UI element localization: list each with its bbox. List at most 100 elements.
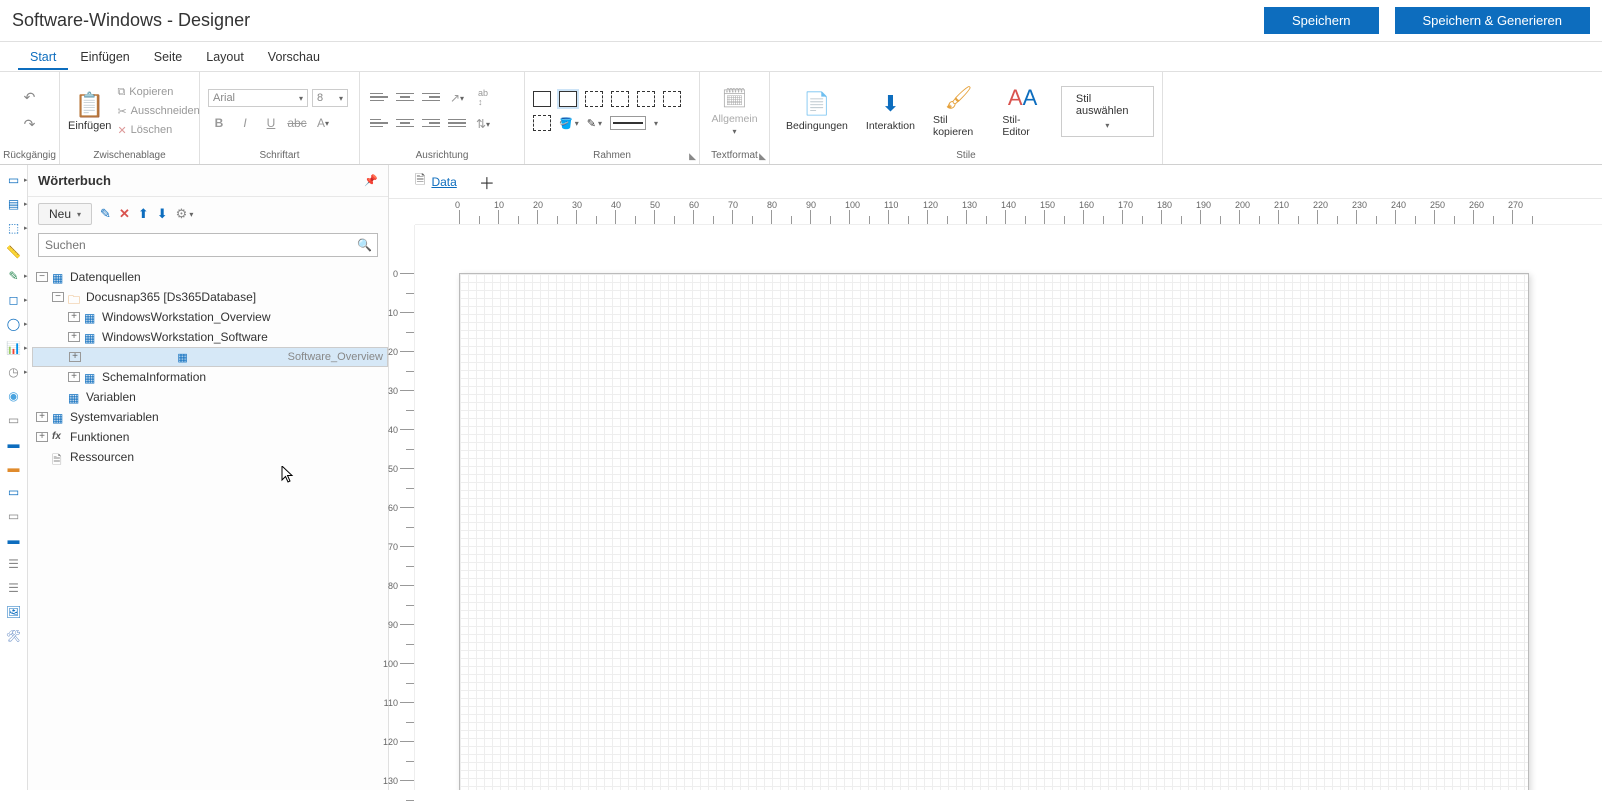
conditions-button[interactable]: 📄 Bedingungen bbox=[786, 90, 848, 132]
border-right[interactable] bbox=[637, 91, 655, 107]
font-size-select[interactable]: 8▾ bbox=[312, 89, 348, 107]
delete-button[interactable]: ✕Löschen bbox=[117, 124, 199, 137]
settings-icon[interactable]: ⚙▾ bbox=[176, 206, 194, 222]
copy-button[interactable]: ⧉Kopieren bbox=[117, 86, 199, 99]
tab-start[interactable]: Start bbox=[18, 44, 68, 70]
border-top[interactable] bbox=[585, 91, 603, 107]
italic-button[interactable]: I bbox=[234, 113, 256, 133]
wrap-letters-button[interactable]: ab↕ bbox=[472, 88, 494, 108]
expand-icon[interactable]: + bbox=[69, 352, 81, 362]
design-page[interactable] bbox=[459, 273, 1529, 790]
tree-resources[interactable]: 🗎 Ressourcen bbox=[32, 447, 388, 467]
tree-table-schema[interactable]: + ▦ SchemaInformation bbox=[32, 367, 388, 387]
tool-pen[interactable]: ✎▸ bbox=[5, 267, 23, 285]
delete-icon[interactable]: ✕ bbox=[119, 206, 130, 222]
tool-shape1[interactable]: ◻▸ bbox=[5, 291, 23, 309]
pin-icon[interactable]: 📌 bbox=[364, 174, 378, 187]
tool-panel3[interactable]: ▬ bbox=[5, 459, 23, 477]
tree-table-wws[interactable]: + ▦ WindowsWorkstation_Software bbox=[32, 327, 388, 347]
tab-preview[interactable]: Vorschau bbox=[256, 44, 332, 70]
search-input[interactable] bbox=[38, 233, 378, 257]
tool-image[interactable]: 🖼 bbox=[5, 603, 23, 621]
border-bottom[interactable] bbox=[663, 91, 681, 107]
tool-wrench[interactable]: 🛠 bbox=[5, 627, 23, 645]
collapse-icon[interactable]: − bbox=[36, 272, 48, 282]
border-color-button[interactable]: ✎▾ bbox=[587, 117, 602, 130]
border-style-select[interactable] bbox=[610, 116, 646, 130]
align-center[interactable] bbox=[394, 114, 416, 132]
border-outside[interactable] bbox=[559, 91, 577, 107]
underline-button[interactable]: U bbox=[260, 113, 282, 133]
tool-panel6[interactable]: ▬ bbox=[5, 531, 23, 549]
tool-panel2[interactable]: ▬ bbox=[5, 435, 23, 453]
line-spacing-button[interactable]: ⇅▾ bbox=[472, 114, 494, 134]
tool-table1[interactable]: ☰ bbox=[5, 555, 23, 573]
tree-functions[interactable]: + fx Funktionen bbox=[32, 427, 388, 447]
tree-sysvars[interactable]: + ▦ Systemvariablen bbox=[32, 407, 388, 427]
strike-button[interactable]: abc bbox=[286, 113, 308, 133]
style-editor-button[interactable]: AA Stil-Editor bbox=[1002, 84, 1043, 138]
tab-page[interactable]: Seite bbox=[142, 44, 195, 70]
tool-text[interactable]: ⬚▸ bbox=[5, 219, 23, 237]
tool-gauge1[interactable]: ◷▸ bbox=[5, 363, 23, 381]
tool-panel4[interactable]: ▭ bbox=[5, 483, 23, 501]
expand-icon[interactable]: + bbox=[68, 332, 80, 342]
tool-select[interactable]: ▭▸ bbox=[5, 171, 23, 189]
save-button[interactable]: Speichern bbox=[1264, 7, 1379, 34]
paste-button[interactable]: 📋 Einfügen bbox=[68, 91, 111, 132]
tree-table-wwo[interactable]: + ▦ WindowsWorkstation_Overview bbox=[32, 307, 388, 327]
tool-gauge2[interactable]: ◉ bbox=[5, 387, 23, 405]
align-top-left[interactable] bbox=[368, 88, 390, 106]
expand-icon[interactable]: + bbox=[68, 372, 80, 382]
tool-panel1[interactable]: ▭ bbox=[5, 411, 23, 429]
caret-icon: ▸ bbox=[24, 296, 28, 304]
tree-table-software-overview[interactable]: + ▦ Software_Overview bbox=[32, 347, 388, 367]
border-launcher-icon[interactable]: ◣ bbox=[689, 151, 696, 162]
border-left[interactable] bbox=[611, 91, 629, 107]
textformat-button[interactable]: 🗓 Allgemein ▾ bbox=[711, 86, 757, 136]
design-canvas[interactable] bbox=[415, 225, 1602, 790]
undo-icon[interactable]: ↶ bbox=[24, 89, 36, 106]
align-top-center[interactable] bbox=[394, 88, 416, 106]
redo-icon[interactable]: ↷ bbox=[24, 116, 36, 133]
border-none[interactable] bbox=[533, 115, 551, 131]
border-all[interactable] bbox=[533, 91, 551, 107]
expand-icon[interactable]: + bbox=[36, 412, 48, 422]
move-up-icon[interactable]: ⬆ bbox=[138, 206, 149, 222]
tree-variables[interactable]: ▦ Variablen bbox=[32, 387, 388, 407]
expand-icon[interactable]: + bbox=[36, 432, 48, 442]
add-tab-button[interactable]: ＋ bbox=[471, 166, 503, 198]
fill-color-button[interactable]: 🪣▾ bbox=[559, 117, 579, 130]
align-right[interactable] bbox=[420, 114, 442, 132]
expand-icon[interactable]: + bbox=[68, 312, 80, 322]
font-name-select[interactable]: Arial▾ bbox=[208, 89, 308, 107]
search-icon[interactable]: 🔍 bbox=[357, 238, 372, 252]
font-color-button[interactable]: A▾ bbox=[312, 113, 334, 133]
tool-shape2[interactable]: ◯▸ bbox=[5, 315, 23, 333]
angle-button[interactable]: ↗▾ bbox=[446, 88, 468, 108]
tool-table2[interactable]: ☰ bbox=[5, 579, 23, 597]
tool-ruler[interactable]: 📏 bbox=[5, 243, 23, 261]
tool-panel5[interactable]: ▭ bbox=[5, 507, 23, 525]
style-select-button[interactable]: Stil auswählen ▾ bbox=[1061, 86, 1154, 137]
cut-button[interactable]: ✂Ausschneiden bbox=[117, 105, 199, 118]
textformat-launcher-icon[interactable]: ◣ bbox=[759, 151, 766, 162]
tool-chart[interactable]: 📊▸ bbox=[5, 339, 23, 357]
copy-style-button[interactable]: 🖌 Stil kopieren bbox=[933, 84, 984, 138]
tree-datasources[interactable]: − ▦ Datenquellen bbox=[32, 267, 388, 287]
edit-icon[interactable]: ✎ bbox=[100, 206, 111, 222]
tab-layout[interactable]: Layout bbox=[194, 44, 256, 70]
align-justify[interactable] bbox=[446, 114, 468, 132]
move-down-icon[interactable]: ⬇ bbox=[157, 206, 168, 222]
tool-band[interactable]: ▤▸ bbox=[5, 195, 23, 213]
tree-source-docusnap[interactable]: − 🗀 Docusnap365 [Ds365Database] bbox=[32, 287, 388, 307]
doc-tab-data[interactable]: 🗎 Data bbox=[405, 167, 467, 197]
save-generate-button[interactable]: Speichern & Generieren bbox=[1395, 7, 1590, 34]
bold-button[interactable]: B bbox=[208, 113, 230, 133]
tab-insert[interactable]: Einfügen bbox=[68, 44, 141, 70]
new-button[interactable]: Neu ▾ bbox=[38, 203, 92, 225]
align-left[interactable] bbox=[368, 114, 390, 132]
interaction-button[interactable]: ⬇ Interaktion bbox=[866, 90, 915, 132]
align-top-right[interactable] bbox=[420, 88, 442, 106]
collapse-icon[interactable]: − bbox=[52, 292, 64, 302]
